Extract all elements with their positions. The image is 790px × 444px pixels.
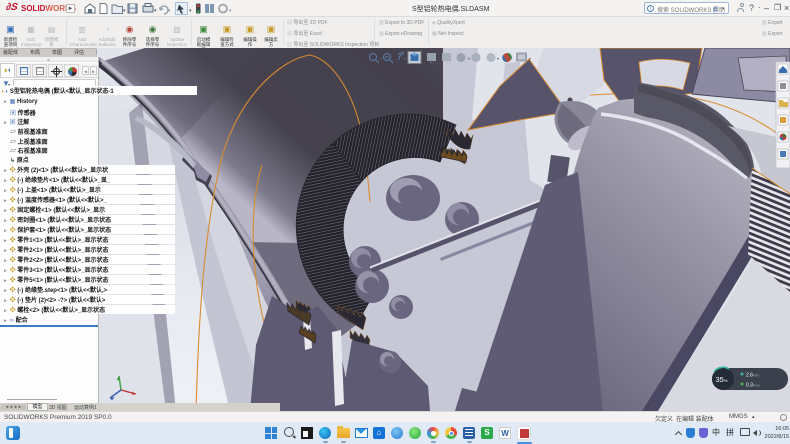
svg-text:▾: ▾ (168, 8, 171, 14)
svg-text:▾: ▾ (229, 8, 232, 14)
svg-text:▾: ▾ (404, 56, 406, 61)
svg-text:▾: ▾ (430, 60, 432, 65)
svg-text:▾: ▾ (380, 56, 382, 61)
svg-text:▾: ▾ (154, 8, 157, 14)
svg-text:▾: ▾ (468, 56, 470, 61)
svg-text:▾: ▾ (529, 56, 531, 61)
svg-text:▾: ▾ (497, 56, 499, 61)
svg-text:▾: ▾ (123, 8, 126, 14)
svg-text:▾: ▾ (189, 8, 192, 14)
